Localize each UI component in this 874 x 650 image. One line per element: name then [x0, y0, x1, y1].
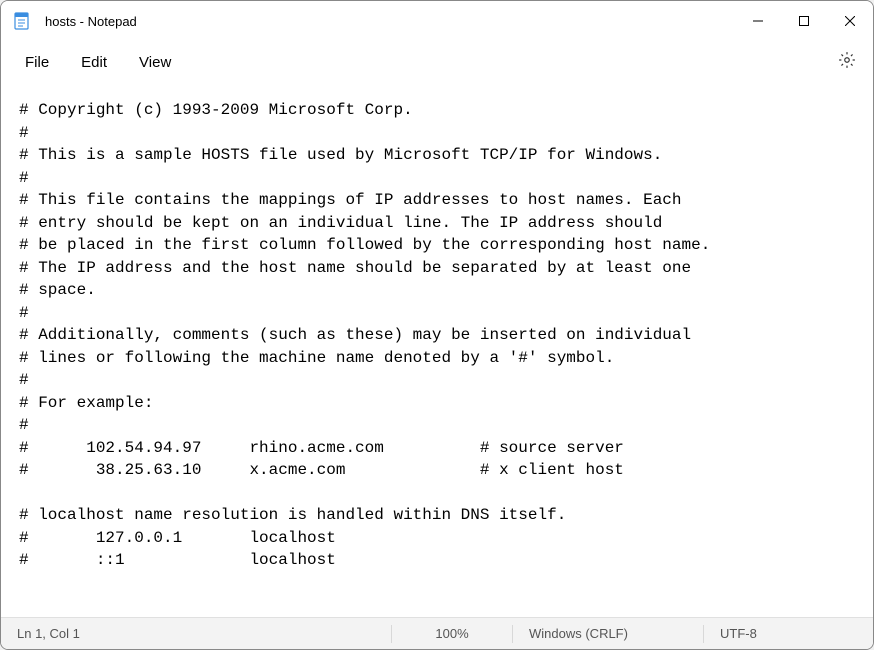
window-controls	[735, 1, 873, 41]
settings-button[interactable]	[829, 44, 865, 80]
minimize-button[interactable]	[735, 1, 781, 41]
maximize-button[interactable]	[781, 1, 827, 41]
status-line-ending[interactable]: Windows (CRLF)	[513, 618, 703, 649]
text-editor[interactable]: # Copyright (c) 1993-2009 Microsoft Corp…	[1, 83, 873, 617]
close-button[interactable]	[827, 1, 873, 41]
menu-bar: File Edit View	[1, 41, 873, 83]
title-bar[interactable]: hosts - Notepad	[1, 1, 873, 41]
status-position[interactable]: Ln 1, Col 1	[1, 618, 391, 649]
status-bar: Ln 1, Col 1 100% Windows (CRLF) UTF-8	[1, 617, 873, 649]
notepad-icon	[13, 12, 31, 30]
window-title: hosts - Notepad	[45, 14, 735, 29]
notepad-window: hosts - Notepad File Edit View	[0, 0, 874, 650]
gear-icon	[838, 51, 856, 74]
menu-edit[interactable]: Edit	[65, 48, 123, 77]
status-encoding[interactable]: UTF-8	[704, 618, 873, 649]
menu-view[interactable]: View	[123, 48, 187, 77]
status-zoom[interactable]: 100%	[392, 618, 512, 649]
menu-file[interactable]: File	[9, 48, 65, 77]
